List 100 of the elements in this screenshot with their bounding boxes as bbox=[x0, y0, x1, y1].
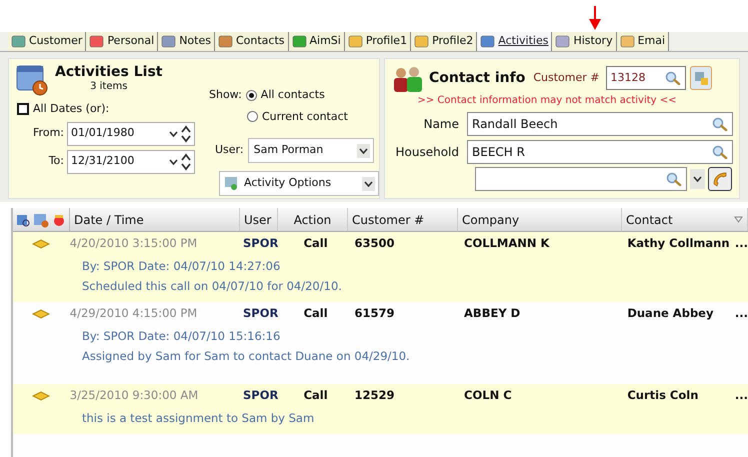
tab[interactable]: History bbox=[552, 32, 617, 51]
tab-icon bbox=[480, 34, 496, 49]
activity-note: By: SPOR Date: 04/07/10 14:27:06 bbox=[82, 258, 282, 275]
caret-icon bbox=[693, 176, 702, 182]
dropdown-button[interactable] bbox=[690, 169, 705, 189]
tab-icon bbox=[89, 34, 104, 49]
tab[interactable]: Personal bbox=[86, 32, 158, 51]
column-header[interactable]: Customer # bbox=[348, 208, 458, 231]
item-count: 3 items bbox=[90, 81, 128, 93]
text-field[interactable]: Randall Beech bbox=[467, 112, 733, 136]
more-cell-text: ... bbox=[734, 387, 748, 404]
radio-label: All contacts bbox=[260, 87, 325, 103]
user-cell-text: SPOR bbox=[242, 235, 280, 252]
customer-cell-text: 61579 bbox=[354, 305, 396, 322]
radio-button[interactable] bbox=[246, 90, 257, 101]
tab-icon bbox=[292, 34, 307, 49]
search-icon[interactable] bbox=[666, 172, 682, 186]
tab-icon bbox=[218, 34, 233, 49]
column-header[interactable]: Date / Time bbox=[70, 208, 240, 231]
panel-title: Contact info bbox=[429, 68, 526, 88]
search-icon[interactable] bbox=[712, 117, 728, 131]
more-cell-text: ... bbox=[734, 235, 748, 252]
customer-label: Customer # bbox=[533, 70, 600, 86]
date-time-cell-text: 4/29/2010 4:15:00 PM bbox=[70, 305, 198, 322]
customer-cell-text: 63500 bbox=[354, 235, 396, 252]
phone-button[interactable] bbox=[708, 167, 732, 191]
sort-icon bbox=[734, 216, 743, 223]
tab[interactable]: Contacts bbox=[214, 32, 289, 51]
more-cell-text: ... bbox=[734, 305, 748, 322]
contact-cell-text: Kathy Collmann bbox=[626, 235, 731, 252]
customer-cell-text: 12529 bbox=[354, 387, 396, 404]
company-cell-text: COLLMANN K bbox=[463, 235, 550, 252]
ticket-icon bbox=[32, 239, 50, 249]
user-dropdown[interactable]: Sam Porman bbox=[248, 138, 374, 163]
field-label: Name bbox=[422, 116, 460, 133]
company-cell-text: ABBEY D bbox=[463, 305, 522, 322]
action-cell-text: Call bbox=[302, 235, 329, 252]
caret-icon bbox=[358, 148, 368, 154]
tab-icon bbox=[11, 34, 26, 49]
checkbox-label: All Dates (or): bbox=[33, 101, 110, 117]
show-label: Show: bbox=[209, 87, 242, 103]
contact-cell-text: Duane Abbey bbox=[626, 305, 714, 322]
phone-icon bbox=[711, 170, 729, 188]
tab-icon bbox=[555, 34, 570, 49]
date-label: From: bbox=[32, 125, 65, 142]
user-cell-text: SPOR bbox=[242, 387, 280, 404]
date-time-cell-text: 3/25/2010 9:30:00 AM bbox=[70, 387, 200, 404]
tab[interactable]: AimSi bbox=[288, 32, 345, 51]
tab[interactable]: Profile2 bbox=[411, 32, 478, 51]
date-time-cell-text: 4/20/2010 3:15:00 PM bbox=[70, 235, 198, 252]
action-cell-text: Call bbox=[302, 387, 329, 404]
tab[interactable]: Profile1 bbox=[344, 32, 412, 51]
customer-field[interactable]: 13128 bbox=[606, 66, 686, 90]
activity-row[interactable]: 4/20/2010 3:15:00 PM SPOR Call 63500 COLLMANN K Kathy Collmann ... By: SPOR Date: 04/07/10 14:27:06 Scheduled this call on 04/07/10 for 04/20/10. bbox=[13, 232, 748, 302]
column-header[interactable]: Action bbox=[278, 208, 348, 231]
contact-cell-text: Curtis Coln bbox=[626, 387, 700, 404]
user-label: User: bbox=[215, 142, 244, 158]
tab[interactable]: Notes bbox=[158, 32, 215, 51]
tab[interactable]: Customer bbox=[8, 32, 86, 51]
tab-icon bbox=[348, 34, 363, 49]
column-header[interactable]: Company bbox=[458, 208, 622, 231]
person-screen-icon bbox=[224, 176, 240, 192]
arrow-icon bbox=[589, 6, 601, 30]
tab[interactable]: Activities bbox=[477, 32, 552, 51]
checkbox[interactable] bbox=[17, 103, 29, 116]
activity-options-dropdown[interactable]: Activity Options bbox=[219, 171, 379, 196]
date-field[interactable]: 12/31/2100 bbox=[67, 150, 195, 174]
company-cell-text: COLN C bbox=[463, 387, 513, 404]
calendar-clock-icon bbox=[15, 63, 49, 97]
column-header[interactable]: Contact bbox=[622, 208, 748, 231]
tab[interactable]: Emai bbox=[616, 32, 670, 51]
warning-text: >> Contact information may not match activity << bbox=[416, 94, 678, 108]
activity-note: this is a test assignment to Sam by Sam bbox=[82, 410, 316, 427]
caret-icon bbox=[169, 130, 178, 136]
radio-label: Current contact bbox=[262, 108, 348, 124]
activity-row[interactable]: 3/25/2010 9:30:00 AM SPOR Call 12529 COLN C Curtis Coln ... this is a test assignment to Sam by Sam bbox=[13, 384, 748, 434]
action-cell-text: Call bbox=[302, 305, 329, 322]
tab-icon bbox=[414, 34, 430, 49]
tab-icon bbox=[620, 34, 635, 49]
activity-note: Scheduled this call on 04/07/10 for 04/20/10. bbox=[82, 278, 343, 295]
date-field[interactable]: 01/01/1980 bbox=[67, 122, 195, 146]
field-label: Household bbox=[394, 144, 460, 161]
text-field[interactable]: BEECH R bbox=[467, 140, 733, 164]
ticket-icon bbox=[32, 391, 50, 401]
search-icon[interactable] bbox=[712, 145, 728, 159]
tab-icon bbox=[161, 34, 176, 49]
ticket-icon bbox=[32, 309, 50, 319]
user-cell-text: SPOR bbox=[242, 305, 280, 322]
activity-note: By: SPOR Date: 04/07/10 15:16:16 bbox=[82, 328, 282, 345]
spinner-arrows-icon[interactable] bbox=[180, 152, 192, 172]
search-icon[interactable] bbox=[664, 71, 680, 85]
panel-title: Activities List bbox=[55, 63, 162, 81]
caret-icon bbox=[364, 180, 373, 186]
column-header[interactable]: User bbox=[240, 208, 278, 231]
activity-note: Assigned by Sam for Sam to contact Duane on 04/29/10. bbox=[82, 348, 411, 365]
spinner-arrows-icon[interactable] bbox=[180, 124, 192, 144]
caret-icon bbox=[169, 158, 178, 164]
date-label: To: bbox=[48, 153, 65, 170]
phone-field[interactable] bbox=[475, 167, 687, 191]
radio-button[interactable] bbox=[247, 111, 258, 122]
